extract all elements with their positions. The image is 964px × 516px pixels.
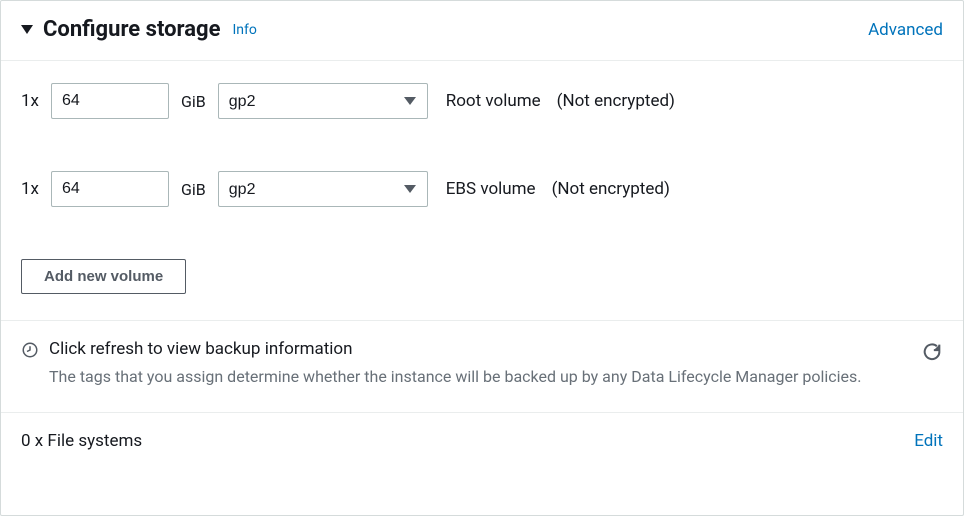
- volume-type-select-wrap: gp2: [218, 83, 428, 119]
- volume-label: Root volume: [446, 91, 541, 111]
- collapse-icon[interactable]: [21, 25, 33, 34]
- volume-row-ebs: 1x GiB gp2 EBS volume (Not encrypted): [21, 171, 943, 207]
- volume-type-select[interactable]: gp2: [218, 171, 428, 207]
- panel-title: Configure storage: [43, 17, 220, 42]
- volume-size-input[interactable]: [51, 171, 169, 207]
- advanced-link[interactable]: Advanced: [868, 20, 943, 40]
- filesystems-section: 0 x File systems Edit: [1, 412, 963, 469]
- volume-type-select-wrap: gp2: [218, 171, 428, 207]
- volume-encryption: (Not encrypted): [552, 179, 670, 199]
- add-volume-button[interactable]: Add new volume: [21, 259, 186, 294]
- edit-link[interactable]: Edit: [914, 431, 943, 451]
- volume-row-root: 1x GiB gp2 Root volume (Not encrypted): [21, 83, 943, 119]
- volume-encryption: (Not encrypted): [557, 91, 675, 111]
- configure-storage-panel: Configure storage Info Advanced 1x GiB g…: [0, 0, 964, 516]
- volume-rows: 1x GiB gp2 Root volume (Not encrypted) 1…: [1, 61, 963, 207]
- info-link[interactable]: Info: [232, 22, 256, 38]
- backup-description: The tags that you assign determine wheth…: [49, 365, 921, 390]
- volume-size-input[interactable]: [51, 83, 169, 119]
- filesystems-label: 0 x File systems: [21, 431, 142, 451]
- volume-label: EBS volume: [446, 179, 536, 199]
- volume-unit: GiB: [181, 92, 206, 111]
- volume-qty: 1x: [21, 91, 39, 111]
- volume-qty: 1x: [21, 179, 39, 199]
- backup-section: Click refresh to view backup information…: [1, 320, 963, 412]
- backup-title: Click refresh to view backup information: [49, 339, 921, 359]
- clock-icon: [21, 341, 39, 359]
- panel-header: Configure storage Info Advanced: [1, 1, 963, 61]
- refresh-icon[interactable]: [921, 341, 943, 363]
- volume-type-select[interactable]: gp2: [218, 83, 428, 119]
- backup-text: Click refresh to view backup information…: [49, 339, 921, 390]
- volume-unit: GiB: [181, 180, 206, 199]
